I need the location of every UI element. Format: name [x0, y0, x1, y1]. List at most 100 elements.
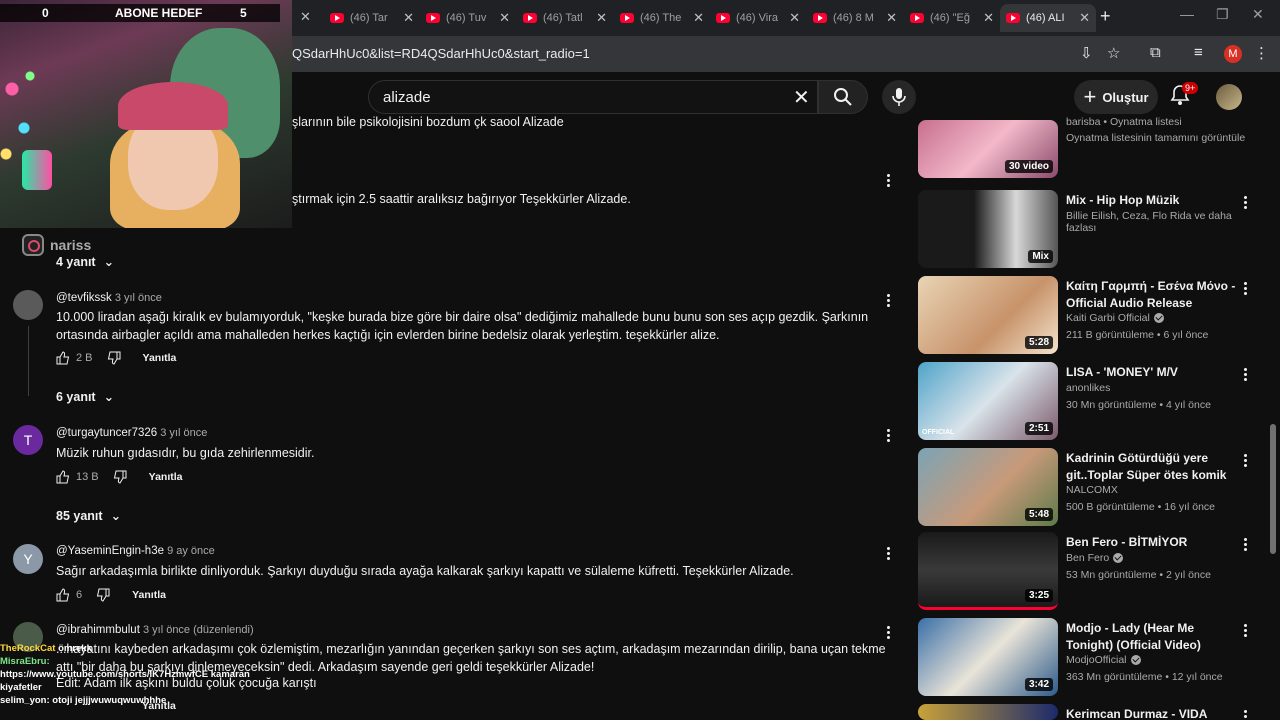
video-item[interactable]: Mix Mix - Hip Hop Müzik Billie Eilish, C… [918, 190, 1268, 272]
minimize-icon[interactable]: — [1180, 6, 1194, 22]
comment-author[interactable]: @turgaytuncer7326 [56, 427, 157, 439]
view-replies-button[interactable]: 6 yanıt ⌄ [56, 389, 114, 405]
video-thumbnail[interactable]: 30 video [918, 120, 1058, 178]
video-menu-icon[interactable] [1244, 194, 1248, 211]
video-item[interactable]: 5:48 Kadrinin Götürdüğü yere git..Toplar… [918, 448, 1268, 530]
account-avatar[interactable] [1216, 84, 1242, 110]
channel-name[interactable]: anonlikes [1066, 382, 1110, 394]
reply-button[interactable]: Yanıtla [143, 352, 177, 364]
page-scrollbar[interactable] [1270, 424, 1276, 554]
view-full-playlist[interactable]: Oynatma listesinin tamamını görüntüle [1066, 132, 1245, 144]
dislike-icon[interactable] [96, 588, 110, 602]
new-tab-icon[interactable]: + [1100, 6, 1111, 27]
like-icon[interactable] [56, 588, 70, 602]
close-tab-icon[interactable]: ✕ [1079, 10, 1090, 26]
video-title[interactable]: LISA - 'MONEY' M/V [1066, 364, 1236, 381]
create-button[interactable]: + Oluştur [1074, 80, 1158, 114]
close-tab-icon[interactable]: ✕ [693, 10, 704, 26]
url-text[interactable]: QSdarHhUc0&list=RD4QSdarHhUc0&start_radi… [292, 46, 590, 61]
video-title[interactable]: Modjo - Lady (Hear Me Tonight) (Official… [1066, 620, 1236, 654]
close-tab-icon[interactable]: ✕ [789, 10, 800, 26]
search-input[interactable]: alizade [383, 89, 431, 106]
comment-menu-icon[interactable] [887, 172, 891, 189]
reply-button[interactable]: Yanıtla [149, 471, 183, 483]
reply-button[interactable]: Yanıtla [132, 589, 166, 601]
browser-tab[interactable]: (46) Tuv ✕ [420, 4, 516, 32]
video-channel[interactable]: ModjoOfficial [1066, 654, 1141, 666]
video-title[interactable]: Mix - Hip Hop Müzik [1066, 192, 1236, 209]
browser-tab[interactable]: (46) Tar ✕ [324, 4, 420, 32]
video-thumbnail[interactable]: 3:42 [918, 618, 1058, 696]
video-thumbnail[interactable] [918, 704, 1058, 720]
video-thumbnail[interactable]: OFFICIAL 2:51 [918, 362, 1058, 440]
comment-author[interactable]: @ibrahimmbulut [56, 624, 140, 636]
close-tab-icon[interactable]: ✕ [886, 10, 897, 26]
browser-tab[interactable]: (46) Tatl ✕ [517, 4, 613, 32]
close-tab-icon[interactable]: ✕ [499, 10, 510, 26]
video-thumbnail[interactable]: 5:48 [918, 448, 1058, 526]
comment-menu-icon[interactable] [887, 427, 891, 444]
media-controls-icon[interactable]: ≡ [1194, 44, 1203, 61]
video-title[interactable]: Ben Fero - BİTMİYOR [1066, 534, 1236, 551]
video-menu-icon[interactable] [1244, 452, 1248, 469]
video-thumbnail[interactable]: 3:25 [918, 532, 1058, 610]
browser-tab[interactable]: (46) "Eğ ✕ [904, 4, 1000, 32]
video-menu-icon[interactable] [1244, 622, 1248, 639]
browser-menu-icon[interactable]: ⋮ [1254, 44, 1269, 62]
comment-avatar[interactable]: Y [13, 544, 43, 574]
view-replies-button[interactable]: 4 yanıt ⌄ [56, 254, 114, 270]
video-thumbnail[interactable]: 5:28 [918, 276, 1058, 354]
install-app-icon[interactable]: ⇩ [1080, 44, 1093, 62]
comment-avatar[interactable] [13, 290, 43, 320]
search-box[interactable]: alizade ✕ [368, 80, 818, 114]
video-title[interactable]: Kerimcan Durmaz - VIDA LOCA [1066, 706, 1236, 720]
video-item[interactable]: OFFICIAL 2:51 LISA - 'MONEY' M/V anonlik… [918, 362, 1268, 444]
close-tab-icon[interactable]: ✕ [983, 10, 994, 26]
channel-name[interactable]: NALCOMX [1066, 484, 1118, 496]
playlist-owner[interactable]: barisba • Oynatma listesi [1066, 116, 1182, 128]
browser-tab[interactable]: (46) The ✕ [614, 4, 710, 32]
comment-avatar[interactable]: T [13, 425, 43, 455]
channel-name[interactable]: Ben Fero [1066, 552, 1109, 564]
close-tab-icon[interactable]: ✕ [596, 10, 607, 26]
extensions-icon[interactable]: ⧉ [1150, 44, 1161, 61]
comment-menu-icon[interactable] [887, 624, 891, 641]
browser-tab-active[interactable]: (46) ALI ✕ [1000, 4, 1096, 32]
view-replies-button[interactable]: 85 yanıt ⌄ [56, 508, 121, 524]
video-item[interactable]: 3:42 Modjo - Lady (Hear Me Tonight) (Off… [918, 618, 1268, 700]
video-title[interactable]: Kadrinin Götürdüğü yere git..Toplar Süpe… [1066, 450, 1236, 484]
close-tab-icon[interactable]: ✕ [403, 10, 414, 26]
dislike-icon[interactable] [113, 470, 127, 484]
like-icon[interactable] [56, 470, 70, 484]
video-title[interactable]: Καίτη Γαρμπή - Εσένα Μόνο - Official Aud… [1066, 278, 1236, 312]
browser-tab[interactable]: (46) Vira ✕ [710, 4, 806, 32]
comment-menu-icon[interactable] [887, 292, 891, 309]
close-tab-icon[interactable]: ✕ [300, 9, 311, 25]
video-menu-icon[interactable] [1244, 536, 1248, 553]
like-icon[interactable] [56, 351, 70, 365]
video-thumbnail[interactable]: Mix [918, 190, 1058, 268]
browser-profile-avatar[interactable]: M [1224, 45, 1242, 63]
video-menu-icon[interactable] [1244, 280, 1248, 297]
maximize-icon[interactable]: ❐ [1216, 6, 1229, 23]
playlist-item[interactable]: 30 video barisba • Oynatma listesi Oynat… [918, 114, 1268, 196]
clear-search-icon[interactable]: ✕ [793, 85, 810, 110]
search-button[interactable] [818, 80, 868, 114]
video-menu-icon[interactable] [1244, 708, 1248, 720]
comment-author[interactable]: @tevfikssk [56, 292, 112, 304]
video-item[interactable]: Kerimcan Durmaz - VIDA LOCA [918, 704, 1268, 720]
voice-search-button[interactable] [882, 80, 916, 114]
channel-name[interactable]: ModjoOfficial [1066, 654, 1127, 666]
dislike-icon[interactable] [107, 351, 121, 365]
comment-author[interactable]: @YaseminEngin-h3e [56, 545, 164, 557]
video-menu-icon[interactable] [1244, 366, 1248, 383]
close-window-icon[interactable]: ✕ [1252, 6, 1264, 23]
video-item[interactable]: 3:25 Ben Fero - BİTMİYOR Ben Fero 53 Mn … [918, 532, 1268, 614]
video-channel[interactable]: Kaiti Garbi Official [1066, 312, 1164, 324]
video-channel[interactable]: Ben Fero [1066, 552, 1124, 564]
channel-name[interactable]: Kaiti Garbi Official [1066, 312, 1150, 324]
video-item[interactable]: 5:28 Καίτη Γαρμπή - Εσένα Μόνο - Officia… [918, 276, 1268, 358]
bookmark-star-icon[interactable]: ☆ [1107, 44, 1120, 62]
browser-tab[interactable]: (46) 8 M ✕ [807, 4, 903, 32]
comment-menu-icon[interactable] [887, 545, 891, 562]
